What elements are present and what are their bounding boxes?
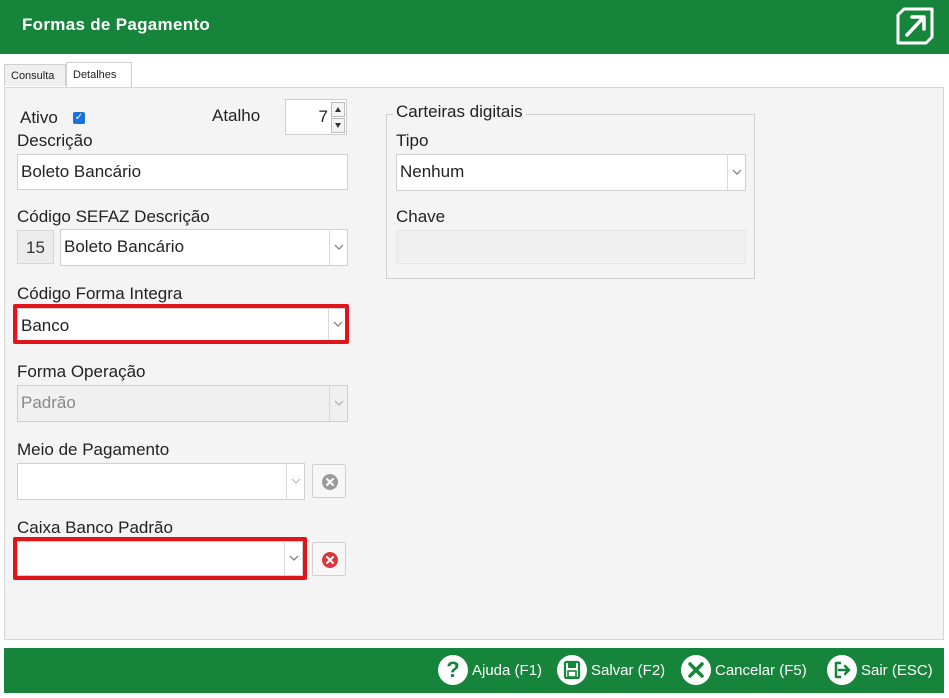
arrow-out-logo-icon xyxy=(896,7,934,45)
tipo-value: Nenhum xyxy=(400,162,465,181)
atalho-input[interactable]: 7 xyxy=(285,99,347,135)
salvar-button[interactable]: Salvar (F2) xyxy=(556,648,672,693)
clear-circle-icon xyxy=(322,474,338,490)
exit-icon xyxy=(827,655,857,685)
chevron-down-icon xyxy=(727,155,745,190)
caixa-clear-button[interactable] xyxy=(312,542,346,576)
svg-text:?: ? xyxy=(446,657,459,682)
cancelar-button[interactable]: Cancelar (F5) xyxy=(680,648,816,693)
save-icon xyxy=(557,655,587,685)
chevron-down-icon xyxy=(329,230,347,265)
atalho-value: 7 xyxy=(318,107,328,126)
footer-bar: ? Ajuda (F1) Salvar (F2) Cancelar (F5) S… xyxy=(4,648,944,693)
operacao-value: Padrão xyxy=(21,393,76,412)
atalho-label: Atalho xyxy=(212,106,261,125)
tab-detalhes[interactable]: Detalhes xyxy=(66,62,132,88)
descricao-label: Descrição xyxy=(17,131,93,150)
sair-button[interactable]: Sair (ESC) xyxy=(826,648,938,693)
chevron-down-icon xyxy=(286,464,304,499)
ajuda-button[interactable]: ? Ajuda (F1) xyxy=(437,648,549,693)
integra-label: Código Forma Integra xyxy=(17,284,183,303)
sefaz-code: 15 xyxy=(17,230,54,264)
tipo-label: Tipo xyxy=(396,131,429,150)
caixa-label: Caixa Banco Padrão xyxy=(17,518,173,537)
salvar-label: Salvar (F2) xyxy=(591,662,666,679)
meio-label: Meio de Pagamento xyxy=(17,440,170,459)
sefaz-value: Boleto Bancário xyxy=(64,237,185,256)
meio-select[interactable] xyxy=(17,463,305,500)
sefaz-select[interactable]: Boleto Bancário xyxy=(60,229,348,266)
spin-down-button[interactable] xyxy=(331,118,345,133)
title-bar: Formas de Pagamento xyxy=(0,0,949,54)
meio-clear-button[interactable] xyxy=(312,464,346,498)
clear-circle-icon xyxy=(322,552,338,568)
chevron-down-icon xyxy=(329,386,347,421)
caret-up-icon xyxy=(335,107,341,112)
operacao-label: Forma Operação xyxy=(17,362,146,381)
operacao-select: Padrão xyxy=(17,385,348,422)
descricao-input[interactable]: Boleto Bancário xyxy=(17,154,348,190)
help-icon: ? xyxy=(438,655,468,685)
sair-label: Sair (ESC) xyxy=(861,662,933,679)
tab-consulta[interactable]: Consulta xyxy=(4,64,66,86)
caixa-highlight-box xyxy=(13,537,307,580)
spin-up-button[interactable] xyxy=(331,102,345,117)
ativo-checkbox[interactable]: ✓ xyxy=(73,112,85,124)
chave-label: Chave xyxy=(396,207,446,226)
carteiras-legend: Carteiras digitais xyxy=(393,102,526,122)
integra-highlight-box xyxy=(13,304,349,344)
cancel-icon xyxy=(681,655,711,685)
caret-down-icon xyxy=(335,123,341,128)
tipo-select[interactable]: Nenhum xyxy=(396,154,746,191)
ativo-label: Ativo xyxy=(20,108,58,127)
chave-input xyxy=(396,230,746,264)
ajuda-label: Ajuda (F1) xyxy=(472,662,543,679)
window-title: Formas de Pagamento xyxy=(22,15,211,34)
cancelar-label: Cancelar (F5) xyxy=(715,662,807,679)
sefaz-label: Código SEFAZ Descrição xyxy=(17,207,210,226)
